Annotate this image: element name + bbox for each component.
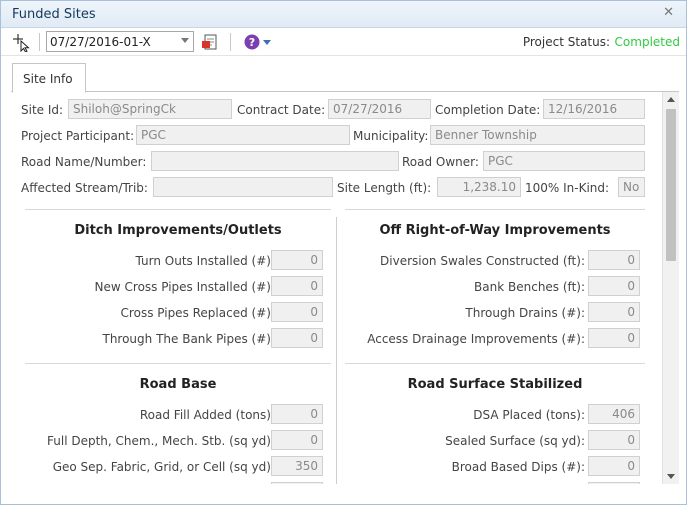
geo-fabric-field[interactable]: 350	[271, 456, 323, 476]
site-length-label: Site Length (ft):	[337, 181, 432, 195]
toolbar-separator	[230, 33, 231, 51]
site-select-value: 07/27/2016-01-X	[50, 35, 151, 49]
project-status-label: Project Status:	[522, 35, 610, 49]
site-id-label: Site Id:	[21, 103, 64, 117]
site-id-field[interactable]: Shiloh@SpringCk	[68, 99, 232, 119]
contract-date-field[interactable]: 07/27/2016	[328, 99, 431, 119]
road-owner-label: Road Owner:	[402, 155, 479, 169]
dsa-placed-field[interactable]: 406	[588, 404, 640, 424]
site-info-panel: Site Id: Shiloh@SpringCk Contract Date: …	[11, 92, 679, 484]
pointer-select-icon[interactable]	[11, 32, 31, 53]
broad-based-dips-label: Broad Based Dips (#):	[451, 460, 585, 474]
geo-fabric-label: Geo Sep. Fabric, Grid, or Cell (sq yd):	[52, 460, 275, 474]
close-icon[interactable]: ✕	[663, 5, 674, 20]
scroll-up-icon[interactable]	[667, 97, 675, 102]
next-field-partial[interactable]	[588, 482, 640, 484]
tab-bar: Site Info	[11, 62, 679, 93]
road-surface-section-title: Road Surface Stabilized	[407, 377, 583, 392]
help-icon[interactable]: ?	[242, 32, 276, 52]
toolbar-separator	[39, 33, 40, 51]
toolbar: 07/27/2016-01-X ? Project Status: Comple…	[1, 28, 686, 56]
site-info-content: Site Id: Shiloh@SpringCk Contract Date: …	[11, 92, 659, 484]
broad-based-dips-field[interactable]: 0	[588, 456, 640, 476]
divider	[345, 363, 645, 364]
site-select-dropdown[interactable]: 07/27/2016-01-X	[46, 31, 194, 52]
svg-text:?: ?	[249, 36, 255, 49]
turn-outs-field[interactable]: 0	[271, 250, 323, 270]
project-participant-field[interactable]: PGC	[136, 125, 350, 145]
scroll-down-icon[interactable]	[667, 474, 675, 479]
bank-benches-label: Bank Benches (ft):	[474, 280, 585, 294]
affected-stream-field[interactable]	[153, 177, 333, 197]
road-name-field[interactable]	[151, 151, 399, 171]
road-base-section-title: Road Base	[139, 377, 217, 392]
pdf-report-icon[interactable]	[200, 32, 220, 52]
tab-site-info[interactable]: Site Info	[12, 63, 86, 93]
title-bar: Funded Sites ✕	[1, 1, 686, 28]
divider	[345, 209, 645, 210]
bank-benches-field[interactable]: 0	[588, 276, 640, 296]
chevron-down-icon[interactable]	[181, 38, 189, 43]
ditch-section-title: Ditch Improvements/Outlets	[74, 223, 282, 238]
funded-sites-window: Funded Sites ✕ 07/27/2016-01-X ? Project…	[0, 0, 687, 505]
contract-date-label: Contract Date:	[237, 103, 326, 117]
through-drains-field[interactable]: 0	[588, 302, 640, 322]
cross-pipes-replaced-label: Cross Pipes Replaced (#):	[120, 306, 275, 320]
access-drainage-field[interactable]: 0	[588, 328, 640, 348]
through-drains-label: Through Drains (#):	[465, 306, 585, 320]
diversion-swales-label: Diversion Swales Constructed (ft):	[380, 254, 585, 268]
diversion-swales-field[interactable]: 0	[588, 250, 640, 270]
road-name-label: Road Name/Number:	[21, 155, 147, 169]
project-participant-label: Project Participant:	[21, 129, 135, 143]
through-bank-pipes-label: Through The Bank Pipes (#):	[102, 332, 275, 346]
completion-date-field[interactable]: 12/16/2016	[543, 99, 645, 119]
municipality-field[interactable]: Benner Township	[430, 125, 645, 145]
affected-stream-label: Affected Stream/Trib:	[21, 181, 148, 195]
sealed-surface-field[interactable]: 0	[588, 430, 640, 450]
cross-pipes-replaced-field[interactable]: 0	[271, 302, 323, 322]
new-cross-pipes-label: New Cross Pipes Installed (#):	[94, 280, 275, 294]
new-cross-pipes-field[interactable]: 0	[271, 276, 323, 296]
sealed-surface-label: Sealed Surface (sq yd):	[445, 434, 585, 448]
dsa-placed-label: DSA Placed (tons):	[473, 408, 585, 422]
scrollbar-thumb[interactable]	[666, 109, 676, 261]
in-kind-field[interactable]: No	[618, 177, 645, 197]
turn-outs-label: Turn Outs Installed (#):	[135, 254, 275, 268]
divider	[25, 363, 331, 364]
full-depth-field[interactable]: 0	[271, 430, 323, 450]
vertical-scrollbar[interactable]	[662, 92, 679, 484]
municipality-label: Municipality:	[353, 129, 429, 143]
road-fill-field[interactable]: 0	[271, 404, 323, 424]
road-fill-label: Road Fill Added (tons):	[139, 408, 275, 422]
road-owner-field[interactable]: PGC	[483, 151, 645, 171]
off-row-section-title: Off Right-of-Way Improvements	[379, 223, 611, 238]
access-drainage-label: Access Drainage Improvements (#):	[367, 332, 585, 346]
column-divider	[336, 217, 337, 484]
through-bank-pipes-field[interactable]: 0	[271, 328, 323, 348]
divider	[25, 209, 331, 210]
project-status-value: Completed	[614, 35, 680, 49]
window-title: Funded Sites	[12, 7, 96, 22]
full-depth-label: Full Depth, Chem., Mech. Stb. (sq yd):	[47, 434, 275, 448]
next-field-partial[interactable]	[271, 482, 323, 484]
site-length-field[interactable]: 1,238.10	[437, 177, 521, 197]
in-kind-label: 100% In-Kind:	[525, 181, 610, 195]
completion-date-label: Completion Date:	[435, 103, 541, 117]
